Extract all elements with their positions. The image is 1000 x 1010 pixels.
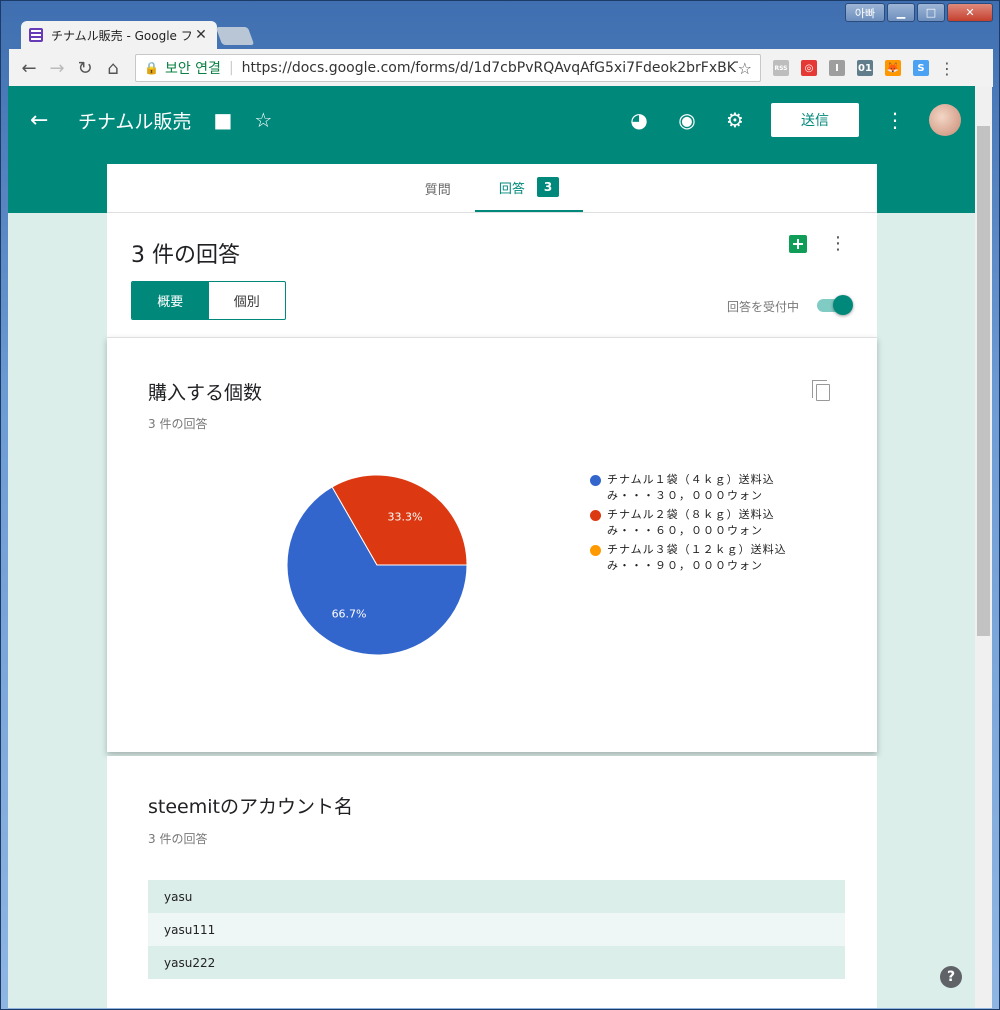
tab-close-icon[interactable]: ✕	[193, 27, 209, 43]
reload-icon[interactable]: ↻	[71, 58, 99, 79]
legend-item-1: チナムル２袋（８ｋｇ）送料込み・・・６０，０００ウォン	[590, 507, 810, 539]
legend-label: チナムル３袋（１２ｋｇ）送料込み・・・９０，０００ウォン	[607, 543, 787, 572]
more-vert-icon[interactable]: ⋮	[883, 108, 907, 132]
adobe-ext-icon[interactable]: ◎	[801, 60, 817, 76]
list-item: yasu222	[148, 946, 845, 979]
header-actions: ◕ ◉ ⚙ 送信 ⋮	[603, 100, 961, 140]
browser-menu-icon[interactable]: ⋮	[939, 59, 955, 78]
pie-slice-label-0: 66.7%	[332, 607, 367, 620]
question-title: steemitのアカウント名	[148, 796, 353, 818]
secure-label: 보안 연결	[164, 61, 221, 77]
title-bar: チナムル販売 - Google フ ✕ 아빠 ▁ □ ✕	[1, 1, 1000, 49]
back-arrow-icon[interactable]: ←	[15, 58, 43, 79]
more-vert-icon[interactable]: ⋮	[829, 233, 847, 254]
response-count-badge: 3	[536, 177, 560, 197]
page-scrollbar[interactable]	[975, 86, 992, 1008]
bookmark-star-icon[interactable]: ☆	[738, 59, 752, 78]
answer-list: yasu yasu111 yasu222	[148, 880, 845, 979]
question-response-count: 3 件の回答	[148, 832, 208, 846]
form-title[interactable]: チナムル販売	[78, 107, 191, 134]
address-bar[interactable]: 🔒 보안 연결 | https://docs.google.com/forms/…	[135, 54, 761, 82]
question-card-quantity: 購入する個数 3 件の回答 66.7% 33.3% チナムル１袋（４ｋｇ）送料込み…	[107, 337, 877, 752]
accepting-toggle[interactable]	[817, 295, 853, 315]
lock-icon: 🔒	[144, 61, 159, 75]
legend-item-0: チナムル１袋（４ｋｇ）送料込み・・・３０，０００ウォン	[590, 472, 810, 504]
view-toggle: 概要 個別	[131, 281, 286, 320]
form-tabs: 質問 回答 3	[107, 164, 877, 213]
palette-icon[interactable]: ◕	[627, 108, 651, 132]
extensions-area: RSS ◎ I 01 🦊 S	[773, 60, 929, 76]
back-arrow-icon[interactable]: ←	[30, 108, 54, 133]
question-card-account: steemitのアカウント名 3 件の回答 yasu yasu111 yasu222	[107, 756, 877, 1008]
window-controls: 아빠 ▁ □ ✕	[845, 3, 993, 22]
legend-item-2: チナムル３袋（１２ｋｇ）送料込み・・・９０，０００ウォン	[590, 542, 810, 574]
binary-ext-icon[interactable]: 01	[857, 60, 873, 76]
minimize-button[interactable]: ▁	[887, 3, 915, 22]
accepting-label: 回答を受付中	[726, 300, 799, 314]
question-response-count: 3 件の回答	[148, 417, 208, 431]
avatar[interactable]	[929, 104, 961, 136]
rss-ext-icon[interactable]: RSS	[773, 60, 789, 76]
tab-responses-label: 回答	[498, 181, 525, 197]
individual-button[interactable]: 個別	[209, 282, 286, 319]
steem-ext-icon[interactable]: S	[913, 60, 929, 76]
legend-label: チナムル１袋（４ｋｇ）送料込み・・・３０，０００ウォン	[607, 473, 775, 502]
pie-chart: 66.7% 33.3%	[286, 474, 468, 656]
help-icon[interactable]: ?	[940, 966, 962, 988]
legend-dot-icon	[590, 545, 601, 556]
tab-questions[interactable]: 質問	[401, 164, 475, 212]
responses-title: 3 件の回答	[131, 243, 240, 268]
gear-icon[interactable]: ⚙	[723, 108, 747, 132]
header-row: ← チナムル販売 ■ ☆ ◕ ◉ ⚙ 送信 ⋮	[8, 100, 975, 140]
new-tab-button[interactable]	[215, 27, 255, 45]
forward-arrow-icon[interactable]: →	[43, 58, 71, 79]
list-item: yasu111	[148, 913, 845, 946]
folder-icon[interactable]: ■	[213, 108, 232, 132]
info-ext-icon[interactable]: I	[829, 60, 845, 76]
profile-button[interactable]: 아빠	[845, 3, 885, 22]
star-icon[interactable]: ☆	[254, 108, 272, 132]
forms-favicon-icon	[29, 28, 43, 42]
summary-button[interactable]: 概要	[132, 282, 209, 319]
sheets-icon[interactable]	[789, 235, 807, 253]
omnibox-separator: |	[228, 60, 234, 76]
pie-slice-label-1: 33.3%	[387, 511, 422, 524]
browser-toolbar: ← → ↻ ⌂ 🔒 보안 연결 | https://docs.google.co…	[9, 49, 993, 87]
question-title: 購入する個数	[148, 382, 263, 404]
eye-preview-icon[interactable]: ◉	[675, 108, 699, 132]
legend-dot-icon	[590, 475, 601, 486]
responses-summary-card: 3 件の回答 ⋮ 概要 個別 回答を受付中	[107, 213, 877, 337]
home-icon[interactable]: ⌂	[99, 58, 127, 79]
copy-icon[interactable]	[812, 380, 830, 401]
tab-title: チナムル販売 - Google フ	[51, 28, 193, 43]
scrollbar-thumb[interactable]	[977, 126, 990, 636]
metamask-ext-icon[interactable]: 🦊	[885, 60, 901, 76]
chart-legend: チナムル１袋（４ｋｇ）送料込み・・・３０，０００ウォン チナムル２袋（８ｋｇ）送料…	[590, 472, 810, 577]
url-text[interactable]: https://docs.google.com/forms/d/1d7cbPvR…	[242, 60, 738, 76]
list-item: yasu	[148, 880, 845, 913]
close-window-button[interactable]: ✕	[947, 3, 993, 22]
forms-page: ← チナムル販売 ■ ☆ ◕ ◉ ⚙ 送信 ⋮ 質問 回答 3 3 件の回答 ⋮…	[8, 86, 975, 1008]
legend-label: チナムル２袋（８ｋｇ）送料込み・・・６０，０００ウォン	[607, 508, 775, 537]
maximize-button[interactable]: □	[917, 3, 945, 22]
tab-responses[interactable]: 回答 3	[474, 164, 584, 212]
tab-questions-label: 質問	[424, 182, 451, 198]
toggle-knob	[833, 295, 853, 315]
send-button[interactable]: 送信	[771, 103, 859, 137]
legend-dot-icon	[590, 510, 601, 521]
browser-tab[interactable]: チナムル販売 - Google フ ✕	[21, 21, 217, 49]
